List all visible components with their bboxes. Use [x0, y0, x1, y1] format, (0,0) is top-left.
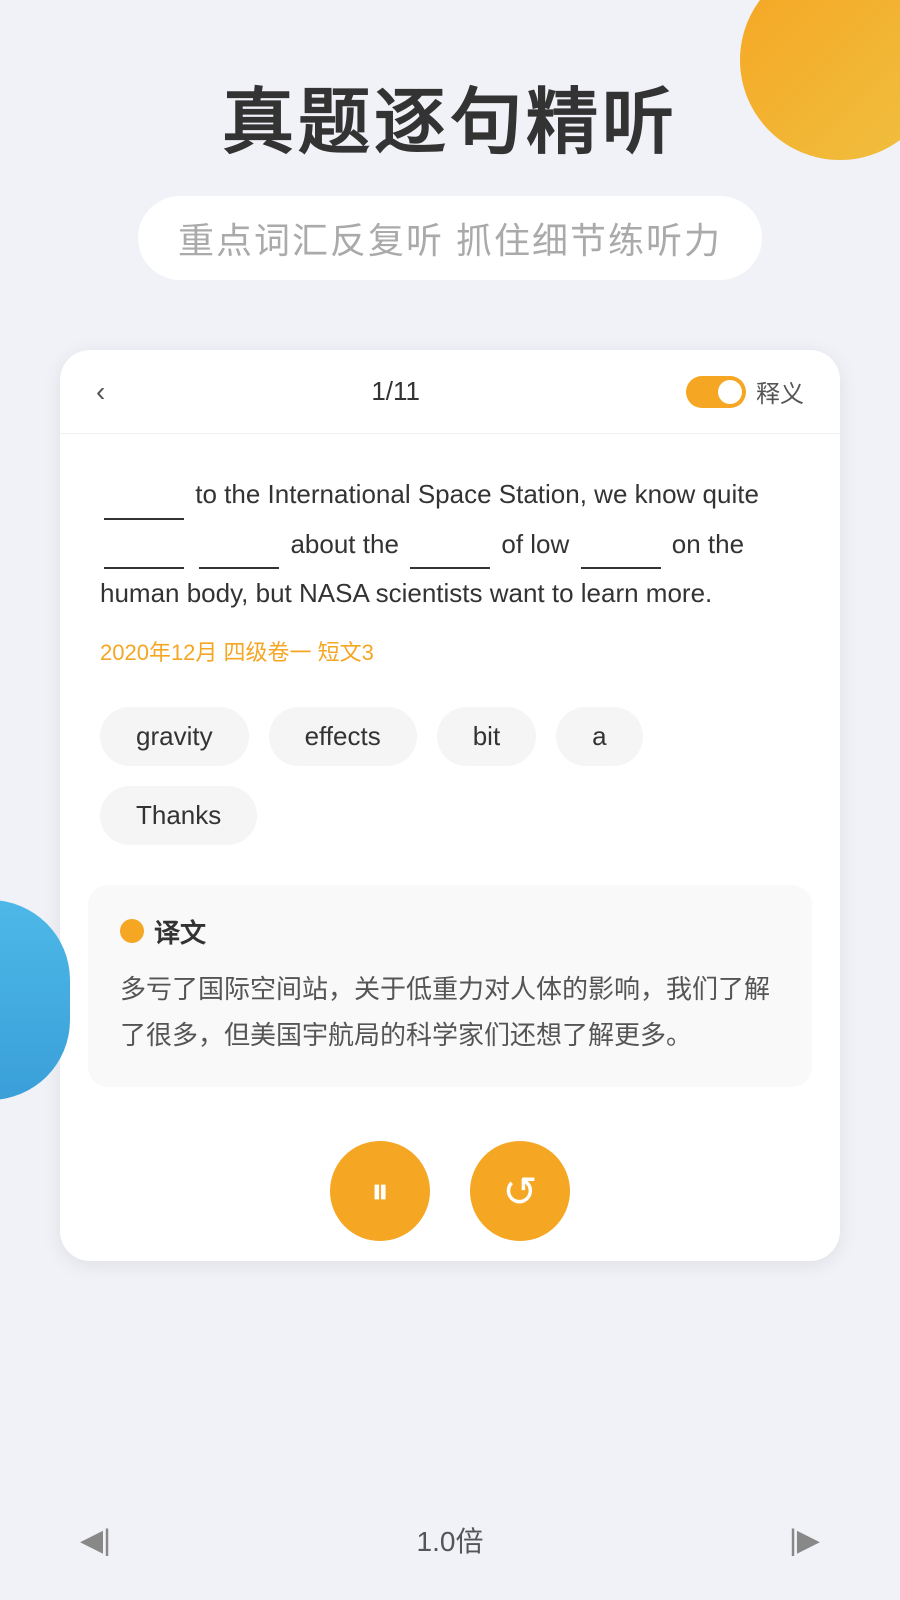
chip-gravity[interactable]: gravity — [100, 707, 249, 766]
translation-text: 多亏了国际空间站，关于低重力对人体的影响，我们了解了很多，但美国宇航局的科学家们… — [120, 966, 780, 1060]
blank-2 — [104, 567, 184, 569]
speed-indicator: 1.0倍 — [417, 1520, 484, 1560]
sentence-area: to the International Space Station, we k… — [60, 434, 840, 686]
replay-button[interactable]: ↺ — [470, 1141, 570, 1241]
translation-dot-icon — [120, 919, 144, 943]
replay-icon: ↺ — [502, 1167, 537, 1216]
playback-controls: ⏸ ↺ — [60, 1111, 840, 1261]
text-segment-2: about the — [290, 529, 406, 559]
bottom-bar: ◀| 1.0倍 |▶ — [0, 1500, 900, 1580]
chip-a[interactable]: a — [556, 707, 642, 766]
subtitle-box: 重点词汇反复听 抓住细节练听力 — [138, 196, 762, 280]
blank-4 — [410, 567, 490, 569]
blank-5 — [581, 567, 661, 569]
chip-thanks[interactable]: Thanks — [100, 786, 257, 845]
chip-effects[interactable]: effects — [269, 707, 417, 766]
text-segment-4: on the human body, but NASA scientists w… — [100, 529, 744, 608]
blank-3 — [199, 567, 279, 569]
translation-title: 译文 — [154, 913, 206, 950]
prev-button[interactable]: ◀| — [80, 1523, 111, 1558]
toggle-knob — [718, 380, 742, 404]
translation-box: 译文 多亏了国际空间站，关于低重力对人体的影响，我们了解了很多，但美国宇航局的科… — [88, 885, 812, 1088]
main-title: 真题逐句精听 — [60, 80, 840, 166]
nav-right-group: 释义 — [686, 374, 804, 409]
text-segment-3: of low — [501, 529, 576, 559]
back-button[interactable]: ‹ — [96, 376, 105, 408]
next-button[interactable]: |▶ — [789, 1523, 820, 1558]
pause-icon: ⏸ — [371, 1170, 389, 1213]
sentence-text: to the International Space Station, we k… — [100, 470, 800, 618]
progress-indicator: 1/11 — [371, 376, 420, 407]
word-chips-container: gravity effects bit a Thanks — [60, 687, 840, 865]
toggle-label: 释义 — [756, 374, 804, 409]
text-segment-1: to the International Space Station, we k… — [195, 479, 759, 509]
translation-header: 译文 — [120, 913, 780, 950]
main-card: ‹ 1/11 释义 to the International Space Sta… — [60, 350, 840, 1261]
translation-toggle[interactable] — [686, 376, 746, 408]
chip-bit[interactable]: bit — [437, 707, 536, 766]
card-nav: ‹ 1/11 释义 — [60, 350, 840, 434]
pause-button[interactable]: ⏸ — [330, 1141, 430, 1241]
subtitle-text: 重点词汇反复听 抓住细节练听力 — [178, 220, 722, 261]
source-label: 2020年12月 四级卷一 短文3 — [100, 635, 800, 667]
blank-1 — [104, 518, 184, 520]
